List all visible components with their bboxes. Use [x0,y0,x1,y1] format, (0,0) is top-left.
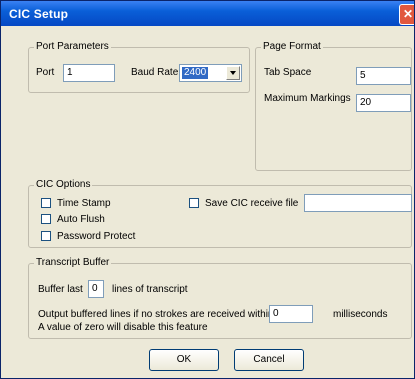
save-receive-file-label: Save CIC receive file [205,198,299,209]
save-receive-file-checkbox[interactable] [189,198,199,208]
baud-rate-select[interactable]: 2400 [179,64,242,82]
ok-button[interactable]: OK [149,349,219,371]
buffer-lines-input[interactable]: 0 [88,280,104,298]
password-protect-checkbox[interactable] [41,231,51,241]
time-stamp-label: Time Stamp [57,198,111,209]
buffer-last-label: Buffer last [38,284,83,295]
receive-file-input[interactable] [304,194,412,212]
tab-space-label: Tab Space [264,67,312,78]
auto-flush-checkbox[interactable] [41,214,51,224]
baud-rate-label: Baud Rate [131,67,179,78]
transcript-buffer-legend: Transcript Buffer [34,257,112,268]
password-protect-label: Password Protect [57,231,136,242]
output-buffered-label: Output buffered lines if no strokes are … [38,309,274,320]
maximum-markings-label: Maximum Markings [264,93,351,104]
port-input[interactable]: 1 [63,64,115,82]
tab-space-input[interactable]: 5 [356,67,411,85]
window-title: CIC Setup [9,7,69,21]
maximum-markings-input[interactable]: 20 [356,94,411,112]
cic-options-legend: CIC Options [34,179,93,190]
title-bar[interactable]: CIC Setup [1,1,414,26]
milliseconds-label: milliseconds [333,309,388,320]
disable-hint: A value of zero will disable this featur… [38,322,208,333]
port-parameters-legend: Port Parameters [34,41,111,52]
auto-flush-label: Auto Flush [57,214,105,225]
cic-setup-dialog: CIC Setup Port Parameters Port 1 Baud Ra… [0,0,415,379]
cancel-button[interactable]: Cancel [234,349,304,371]
time-stamp-checkbox[interactable] [41,198,51,208]
lines-of-transcript-label: lines of transcript [112,284,188,295]
milliseconds-input[interactable]: 0 [269,305,313,323]
port-label: Port [36,67,55,78]
page-format-legend: Page Format [261,41,323,52]
baud-rate-value: 2400 [182,67,209,79]
chevron-down-icon[interactable] [226,66,240,80]
close-icon[interactable] [399,4,414,25]
